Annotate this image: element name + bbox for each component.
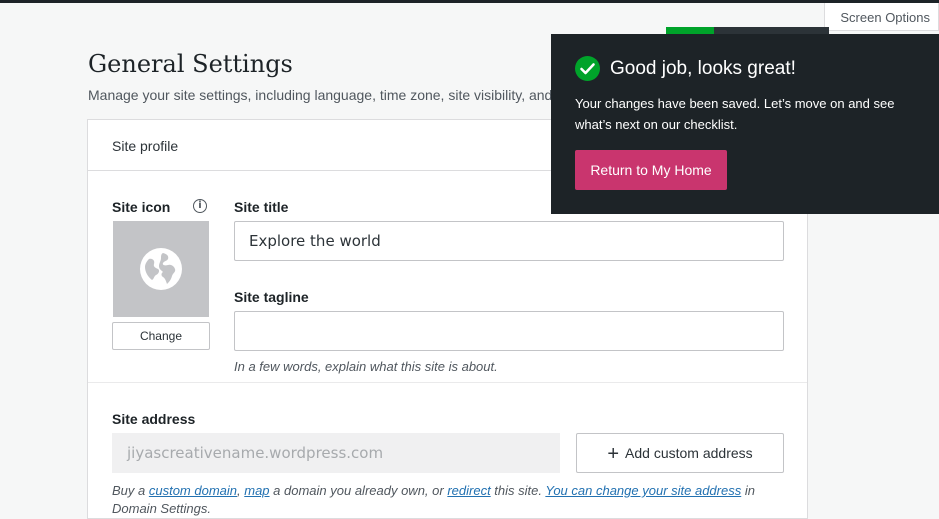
change-address-link[interactable]: You can change your site address [545, 483, 741, 498]
checkmark-icon [575, 56, 600, 81]
toast-body: Your changes have been saved. Let’s move… [575, 96, 895, 132]
site-icon-preview[interactable] [113, 221, 209, 317]
address-help-text: Buy a custom domain, map a domain you al… [112, 482, 792, 518]
info-icon[interactable]: i [193, 199, 207, 213]
change-icon-button[interactable]: Change [112, 322, 210, 350]
add-custom-address-label: Add custom address [625, 445, 753, 461]
site-icon-label: Site icon [112, 199, 171, 215]
site-address-label: Site address [112, 411, 196, 427]
custom-domain-link[interactable]: custom domain [149, 483, 237, 498]
page-title: General Settings [88, 50, 293, 78]
plus-icon: + [607, 443, 620, 465]
admin-top-bar [0, 0, 939, 3]
page-subtitle: Manage your site settings, including lan… [88, 87, 553, 103]
site-title-label: Site title [234, 199, 289, 215]
screen-options-button[interactable]: Screen Options [824, 3, 939, 31]
site-tagline-label: Site tagline [234, 289, 309, 305]
section-divider [88, 382, 807, 383]
add-custom-address-button[interactable]: + Add custom address [576, 433, 784, 473]
tagline-help-text: In a few words, explain what this site i… [234, 359, 498, 374]
help-text-fragment: this site. [490, 483, 546, 498]
success-toast: Good job, looks great! Your changes have… [551, 34, 939, 214]
site-address-field: jiyascreativename.wordpress.com [112, 433, 560, 473]
redirect-link[interactable]: redirect [447, 483, 490, 498]
toast-title: Good job, looks great! [610, 58, 796, 79]
return-home-button[interactable]: Return to My Home [575, 150, 727, 190]
section-title: Site profile [112, 138, 179, 154]
map-link[interactable]: map [244, 483, 269, 498]
site-tagline-input[interactable] [234, 311, 784, 351]
help-text-fragment: Buy a [112, 483, 149, 498]
site-title-input[interactable] [234, 221, 784, 261]
globe-icon [140, 248, 182, 290]
help-text-fragment: a domain you already own, or [269, 483, 448, 498]
